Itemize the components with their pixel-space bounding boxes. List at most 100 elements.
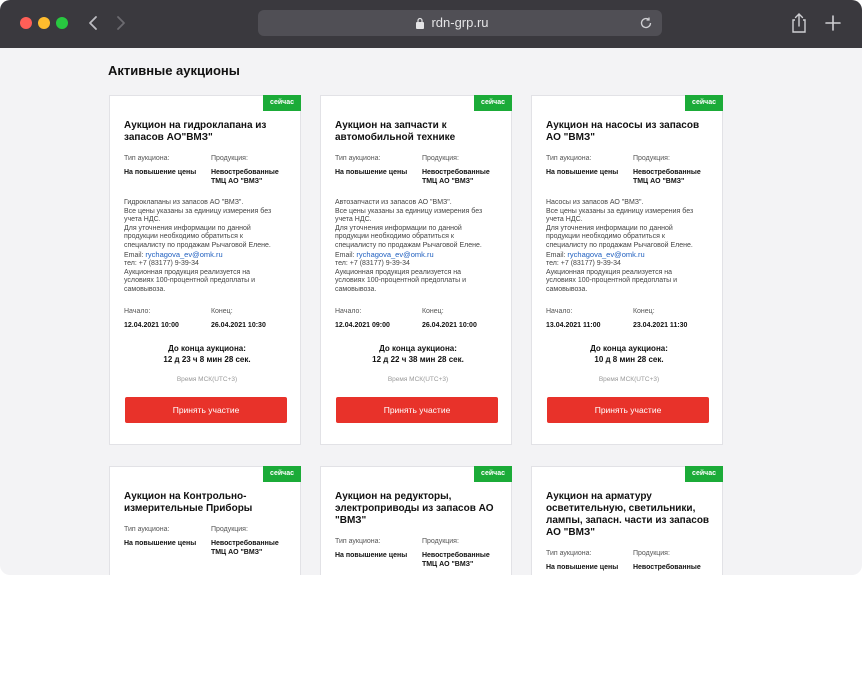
auction-meta: Тип аукциона: На повышение цены Продукция:… (335, 154, 501, 186)
auction-card: сейчас Аукцион на редукторы, электропривод… (320, 466, 512, 575)
auction-title-line: Аукцион на гидроклапана из (124, 120, 267, 131)
auction-product: Продукция: Невостребованные ТМЦ АО "ВМЗ" (633, 154, 712, 186)
participate-button[interactable]: Принять участие (125, 396, 287, 423)
auction-product: Продукция: Невостребованные ТМЦ АО "ВМЗ" (422, 537, 501, 569)
auction-title: Аукцион на Контрольно-измерительные Приб… (124, 491, 290, 515)
end-value: 26.04.2021 10:00 (421, 321, 477, 329)
countdown-value: 12 д 22 ч 38 мин 28 сек. (372, 354, 464, 364)
email-line: Email: rychagova_ev@omk.ru (124, 250, 290, 261)
start-value: 12.04.2021 09:00 (335, 321, 390, 329)
email-link[interactable]: rychagova_ev@omk.ru (356, 250, 433, 259)
status-badge: сейчас (263, 95, 301, 111)
auction-title-line: Аукцион на насосы из запасов (546, 120, 700, 131)
auction-dates: Начало: 13.04.2021 11:00 Конец: 23.04.2021 … (546, 307, 712, 330)
auction-title: Аукцион на насосы из запасов АО "ВМЗ" (546, 120, 712, 144)
participate-button[interactable]: Принять участие (336, 396, 498, 423)
auction-product: Продукция: Невостребованные ТМЦ АО "ВМЗ" (422, 154, 501, 186)
auction-product-line: Невостребованные (210, 540, 279, 547)
auction-product: Продукция: Невостребованные ТМЦ АО "ВМЗ" (211, 154, 290, 186)
auction-type-value: На повышение цены (335, 169, 408, 176)
description-line: тел: +7 (83177) 9-39-34 (335, 260, 410, 268)
auction-product-value: Невостребованные ТМЦ АО "ВМЗ" (422, 551, 501, 569)
auction-title-line: Аукцион на Контрольно- (124, 491, 247, 502)
auction-card: сейчас Аукцион на гидроклапана из запасов … (109, 95, 301, 445)
zoom-window-button[interactable] (56, 17, 68, 29)
email-link[interactable]: rychagova_ev@omk.ru (567, 250, 644, 259)
start-label: Начало: (124, 307, 151, 315)
url-text: rdn-grp.ru (431, 15, 489, 30)
participate-button[interactable]: Принять участие (547, 396, 709, 423)
browser-window: rdn-grp.ru Активные аукционы сейчас Аукци… (0, 0, 862, 575)
status-badge: сейчас (474, 95, 512, 111)
description-line: Все цены указаны за единицу измерения бе… (124, 207, 272, 215)
countdown-label: До конца аукциона: (168, 343, 246, 353)
start-label: Начало: (335, 307, 362, 315)
end-label: Конец: (632, 307, 655, 315)
countdown-label: До конца аукциона: (379, 343, 457, 353)
auction-product-line: Невостребованные (421, 552, 490, 559)
auction-title-line: Аукцион на арматуру (546, 491, 652, 502)
back-icon[interactable] (84, 12, 104, 34)
auction-type: Тип аукциона: На повышение цены (335, 154, 422, 186)
page-content: Активные аукционы сейчас Аукцион на гидро… (0, 48, 862, 575)
auction-product-label: Продукция: (632, 155, 670, 162)
auction-type: Тип аукциона: На повышение цены (335, 537, 422, 569)
email-label: Email: (335, 251, 357, 259)
email-link[interactable]: rychagova_ev@omk.ru (145, 250, 222, 259)
auction-start: Начало: 13.04.2021 11:00 (546, 307, 633, 330)
reload-icon[interactable] (638, 15, 654, 31)
auction-product-label: Продукция: (210, 155, 248, 162)
description-line: Насосы из запасов АО "ВМЗ". (546, 199, 644, 206)
auction-title: Аукцион на редукторы, электроприводы из з… (335, 491, 501, 527)
auction-product-label: Продукция: (421, 538, 459, 545)
auction-meta: Тип аукциона: На повышение цены Продукция:… (335, 537, 501, 569)
countdown-label: До конца аукциона: (590, 343, 668, 353)
auction-product-line: Невостребованные (632, 564, 701, 571)
auction-product: Продукция: Невостребованные (633, 549, 712, 572)
description-line: Все цены указаны за единицу измерения бе… (335, 207, 483, 215)
description-line: самовывоза. (124, 285, 166, 293)
browser-toolbar: rdn-grp.ru (0, 0, 862, 48)
auction-type-value: На повышение цены (124, 169, 197, 176)
auction-product-line: Невостребованные (210, 169, 279, 176)
page-title: Активные аукционы (108, 63, 240, 78)
auction-product-value: Невостребованные ТМЦ АО "ВМЗ" (633, 168, 712, 186)
share-icon[interactable] (790, 12, 808, 34)
description-line: самовывоза. (335, 285, 377, 293)
auction-title-line: Аукцион на редукторы, (335, 491, 452, 502)
auction-title-line: измерительные Приборы (124, 503, 253, 514)
auction-title-line: запасов АО"ВМЗ" (124, 132, 213, 143)
auction-title: Аукцион на гидроклапана из запасов АО"ВМЗ… (124, 120, 290, 144)
new-tab-icon[interactable] (824, 14, 842, 32)
end-label: Конец: (210, 307, 233, 315)
card-body: Аукцион на гидроклапана из запасов АО"ВМЗ… (124, 120, 290, 423)
auction-product-value: Невостребованные ТМЦ АО "ВМЗ" (211, 539, 290, 557)
auction-type-label: Тип аукциона: (124, 526, 170, 533)
status-badge: сейчас (474, 466, 512, 482)
description-line: условиях 100-процентной предоплаты и (124, 277, 256, 285)
status-badge: сейчас (685, 466, 723, 482)
description-line: продукции необходимо обратиться к (335, 233, 454, 241)
auction-type-label: Тип аукциона: (546, 155, 592, 162)
description-line: Гидроклапаны из запасов АО "ВМЗ". (124, 199, 244, 206)
minimize-window-button[interactable] (38, 17, 50, 29)
start-value: 12.04.2021 10:00 (124, 321, 179, 329)
description-line: продукции необходимо обратиться к (124, 233, 243, 241)
auction-type-value: На повышение цены (335, 552, 408, 559)
auction-type-value: На повышение цены (124, 540, 197, 547)
auction-product-value: Невостребованные ТМЦ АО "ВМЗ" (422, 168, 501, 186)
auction-title-line: лампы, запасн. части из запасов (546, 515, 710, 526)
description-line: условиях 100-процентной предоплаты и (335, 277, 467, 285)
forward-icon[interactable] (110, 12, 130, 34)
auction-title-line: электроприводы из запасов АО (335, 503, 494, 514)
auction-product-line: ТМЦ АО "ВМЗ" (421, 178, 474, 185)
address-bar[interactable]: rdn-grp.ru (258, 10, 662, 36)
auction-product-line: ТМЦ АО "ВМЗ" (421, 561, 474, 568)
description-line: продукции необходимо обратиться к (546, 233, 665, 241)
close-window-button[interactable] (20, 17, 32, 29)
auction-dates: Начало: 12.04.2021 09:00 Конец: 26.04.2021 … (335, 307, 501, 330)
auction-title: Аукцион на арматуру осветительную, светил… (546, 491, 712, 539)
auction-card: сейчас Аукцион на насосы из запасов АО "ВМ… (531, 95, 723, 445)
description-line: учета НДС. (124, 216, 161, 224)
timezone-note: Время МСК(UTC+3) (387, 375, 449, 383)
